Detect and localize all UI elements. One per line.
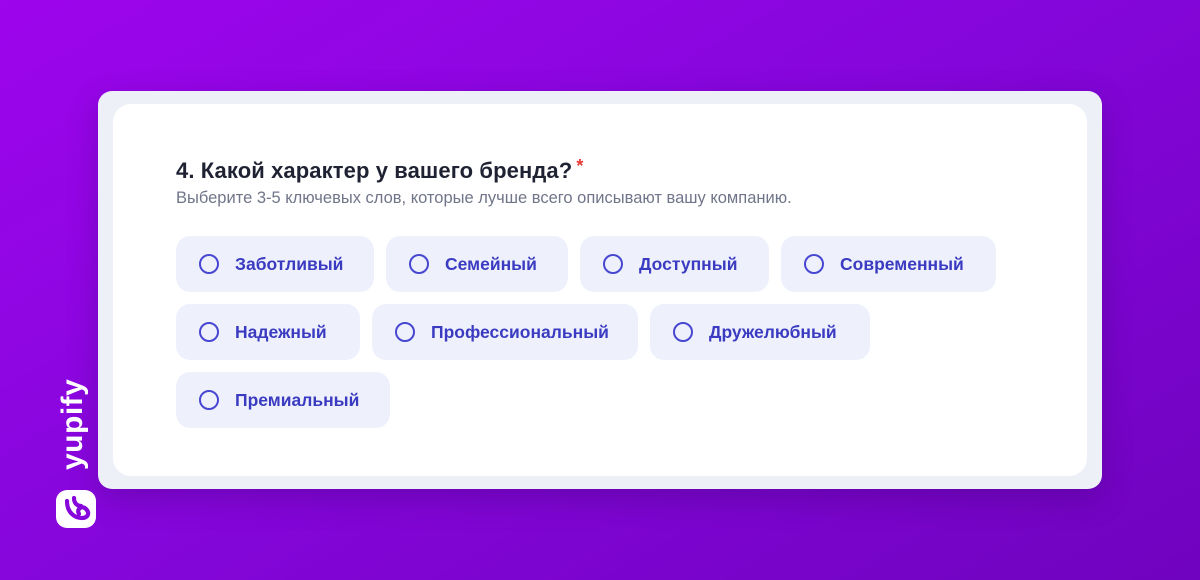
option-zabotlivyy[interactable]: Заботливый	[176, 236, 374, 292]
option-label: Семейный	[445, 253, 537, 274]
option-label: Премиальный	[235, 389, 360, 410]
option-label: Современный	[840, 253, 964, 274]
survey-card: 4. Какой характер у вашего бренда? * Выбе…	[98, 91, 1102, 489]
radio-circle-icon[interactable]	[395, 322, 415, 342]
option-label: Профессиональный	[431, 321, 609, 342]
option-dostupnyy[interactable]: Доступный	[580, 236, 769, 292]
brand-wordmark: yupify	[56, 378, 89, 470]
question-hint: Выберите 3-5 ключевых слов, которые лучш…	[176, 189, 792, 207]
option-label: Заботливый	[235, 253, 344, 274]
radio-circle-icon[interactable]	[409, 254, 429, 274]
option-label: Надежный	[235, 321, 327, 342]
radio-circle-icon[interactable]	[804, 254, 824, 274]
option-sovremennyy[interactable]: Современный	[781, 236, 996, 292]
question-title: 4. Какой характер у вашего бренда? *	[176, 156, 583, 184]
option-druzhelyubnyy[interactable]: Дружелюбный	[650, 304, 870, 360]
option-semeynyy[interactable]: Семейный	[386, 236, 568, 292]
radio-circle-icon[interactable]	[673, 322, 693, 342]
option-premialnyy[interactable]: Премиальный	[176, 372, 390, 428]
option-nadezhnyy[interactable]: Надежный	[176, 304, 360, 360]
option-label: Дружелюбный	[709, 321, 837, 342]
radio-circle-icon[interactable]	[199, 254, 219, 274]
option-label: Доступный	[639, 253, 738, 274]
question-title-text: 4. Какой характер у вашего бренда?	[176, 158, 573, 183]
radio-circle-icon[interactable]	[199, 390, 219, 410]
yupify-logo-icon	[56, 490, 96, 528]
required-mark: *	[576, 156, 584, 176]
question-panel: 4. Какой характер у вашего бренда? * Выбе…	[113, 104, 1087, 476]
option-professionalnyy[interactable]: Профессиональный	[372, 304, 638, 360]
radio-circle-icon[interactable]	[199, 322, 219, 342]
radio-circle-icon[interactable]	[603, 254, 623, 274]
